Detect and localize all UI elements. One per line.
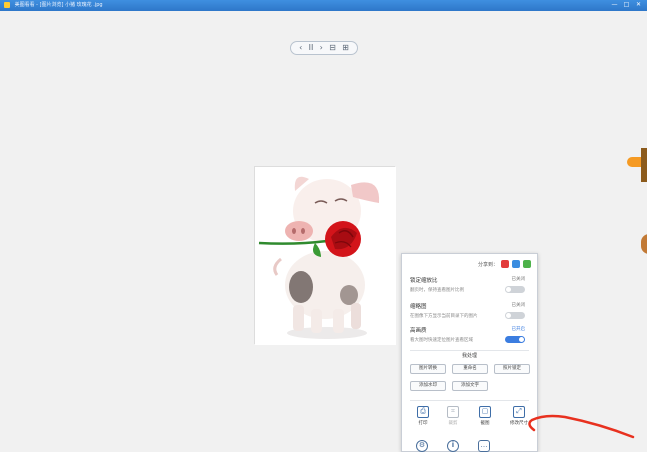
thumbnail-desc: 在图像下方显示当前目录下的图片 (410, 314, 478, 319)
lock-zoom-state: 已关闭 (511, 277, 526, 282)
side-panel-tab[interactable] (627, 157, 641, 167)
main-image[interactable] (254, 166, 396, 345)
more-options-menu: 分享到： 锁定缩放比 已关闭 翻页时，保持查看图片比例 缩略图 已关闭 在图像下… (401, 253, 538, 452)
window-title: 美图看看 - [图片浏览] 小猪 玫瑰花 .jpg (14, 2, 103, 8)
window-controls: — □ ✕ (610, 1, 643, 9)
minimize-button[interactable]: — (610, 1, 619, 9)
slideshow-button[interactable]: II (309, 42, 314, 54)
hq-title: 高画质 (410, 328, 427, 334)
lock-zoom-toggle[interactable] (505, 286, 525, 293)
processing-section-label: 我处理 (461, 353, 477, 359)
menu-divider-2 (410, 400, 529, 401)
weibo-share-icon[interactable] (501, 260, 509, 268)
settings-icon[interactable]: ⚙ (416, 440, 428, 452)
feedback-icon[interactable]: … (478, 440, 490, 452)
resize-icon: ⤢ (513, 406, 525, 418)
side-panel-edge[interactable] (641, 148, 647, 182)
close-button[interactable]: ✕ (634, 1, 643, 9)
screenshot-tool[interactable]: ▢ 截图 (472, 406, 498, 432)
screenshot-label: 截图 (480, 421, 490, 426)
info-icon[interactable]: i (447, 440, 459, 452)
crop-icon: ⌗ (447, 406, 459, 418)
hq-toggle[interactable] (505, 336, 525, 343)
thumbnail-toggle[interactable] (505, 312, 525, 319)
share-row: 分享到： (478, 260, 531, 268)
hq-desc: 看大图时快速定位图片查看区域 (410, 338, 473, 343)
share-label: 分享到： (477, 261, 498, 268)
pig-with-rose-picture (255, 167, 396, 345)
next-image-button[interactable]: › (320, 42, 323, 54)
side-expand-handle[interactable] (641, 234, 647, 254)
resize-label: 修改尺寸 (510, 421, 528, 426)
resize-tool[interactable]: ⤢ 修改尺寸 (502, 406, 536, 432)
qzone-share-icon[interactable] (512, 260, 520, 268)
wechat-share-icon[interactable] (523, 260, 531, 268)
menu-divider (410, 350, 529, 351)
print-label: 打印 (418, 421, 428, 426)
add-text-button[interactable]: 添加文字 (452, 381, 488, 391)
lock-zoom-desc: 翻页时，保持查看图片比例 (410, 288, 464, 293)
maximize-button[interactable]: □ (622, 1, 631, 9)
print-tool[interactable]: ⎙ 打印 (410, 406, 436, 432)
prev-image-button[interactable]: ‹ (299, 42, 302, 54)
lock-photo-button[interactable]: 照片锁定 (494, 364, 530, 374)
thumbnail-title: 缩略图 (410, 304, 427, 310)
rename-button[interactable]: 重命名 (452, 364, 488, 374)
crop-tool[interactable]: ⌗ 裁剪 (440, 406, 466, 432)
view-mode-button[interactable]: ⊟ (329, 42, 336, 54)
lock-zoom-title: 锁定缩放比 (410, 278, 438, 284)
app-logo-icon (4, 1, 10, 8)
printer-icon: ⎙ (417, 406, 429, 418)
crop-label: 裁剪 (448, 421, 458, 426)
convert-image-button[interactable]: 图片转换 (410, 364, 446, 374)
add-watermark-button[interactable]: 添加水印 (410, 381, 446, 391)
title-bar: 美图看看 - [图片浏览] 小猪 玫瑰花 .jpg — □ ✕ (0, 0, 647, 11)
image-navigation: ‹ II › ⊟ ⊞ (290, 41, 358, 55)
screenshot-icon: ▢ (479, 406, 491, 418)
fit-window-button[interactable]: ⊞ (342, 42, 349, 54)
thumbnail-state: 已关闭 (511, 303, 526, 308)
hq-state: 已开启 (511, 327, 526, 332)
